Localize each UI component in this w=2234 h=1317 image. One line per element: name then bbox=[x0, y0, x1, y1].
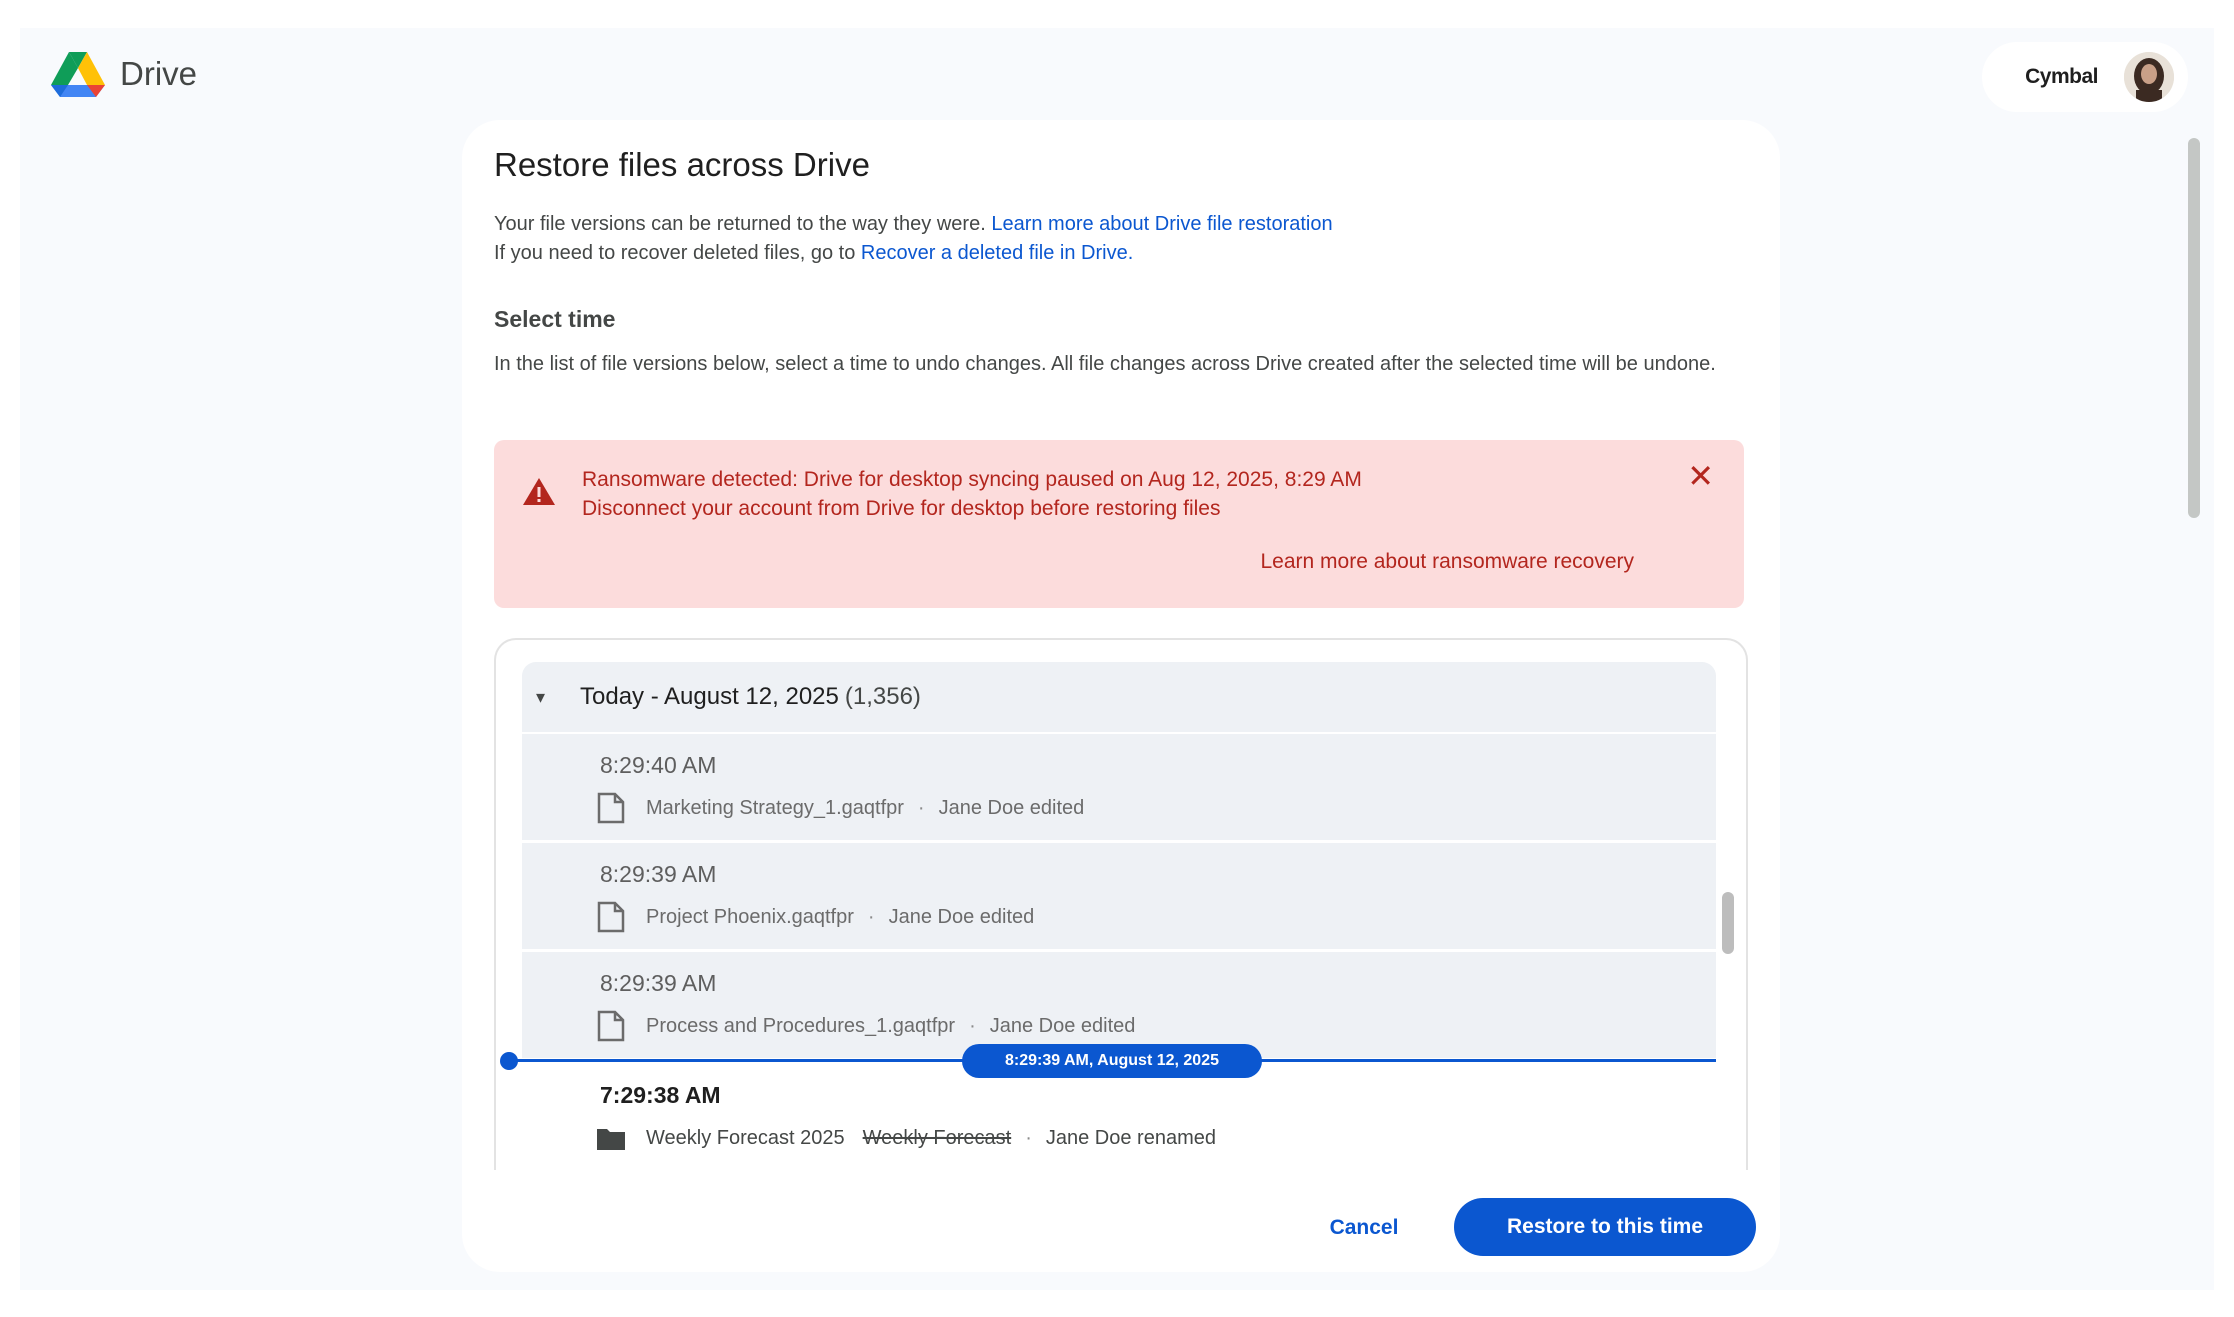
drive-brand[interactable]: Drive bbox=[50, 50, 197, 98]
intro-text-1: Your file versions can be returned to th… bbox=[494, 213, 986, 235]
close-icon[interactable]: ✕ bbox=[1687, 456, 1714, 496]
rename-action: Jane Doe renamed bbox=[1045, 1126, 1216, 1149]
restore-point-label[interactable]: 8:29:39 AM, August 12, 2025 bbox=[962, 1044, 1262, 1078]
version-time: 8:29:39 AM bbox=[600, 970, 717, 996]
file-icon bbox=[597, 1010, 625, 1042]
day-label: Today - August 12, 2025 bbox=[580, 683, 839, 710]
version-row[interactable]: 8:29:39 AM Project Phoenix.gaqtfpr · Jan… bbox=[522, 843, 1716, 949]
version-row[interactable]: 8:29:40 AM Marketing Strategy_1.gaqtfpr … bbox=[522, 734, 1716, 840]
drive-app: Drive Cymbal Restore files across Drive … bbox=[20, 28, 2214, 1290]
file-name: Process and Procedures_1.gaqtfpr bbox=[646, 1014, 956, 1037]
folder-icon bbox=[597, 1129, 625, 1150]
avatar-image bbox=[2124, 52, 2174, 102]
drive-logo-icon bbox=[51, 52, 105, 97]
version-list-scrollbar[interactable] bbox=[1722, 892, 1734, 954]
select-time-heading: Select time bbox=[494, 306, 616, 332]
version-row[interactable]: 8:29:39 AM Process and Procedures_1.gaqt… bbox=[522, 952, 1716, 1058]
warning-triangle-icon bbox=[523, 478, 555, 505]
restore-point-handle[interactable] bbox=[500, 1052, 518, 1070]
alert-title: Ransomware detected: Drive for desktop s… bbox=[582, 468, 1362, 491]
version-list[interactable]: ▾ Today - August 12, 2025 (1,356) 8:29:4… bbox=[494, 638, 1748, 1170]
old-folder-name: Weekly Forecast bbox=[862, 1126, 1012, 1149]
restore-dialog: Restore files across Drive Your file ver… bbox=[462, 120, 1780, 1272]
dialog-intro: Your file versions can be returned to th… bbox=[494, 210, 1333, 268]
account-switcher[interactable]: Cymbal bbox=[1982, 42, 2188, 112]
page-scrollbar[interactable] bbox=[2188, 138, 2200, 518]
alert-subtitle: Disconnect your account from Drive for d… bbox=[582, 497, 1221, 520]
separator: · bbox=[1025, 1126, 1032, 1149]
learn-restoration-link[interactable]: Learn more about Drive file restoration bbox=[991, 213, 1332, 235]
select-time-description: In the list of file versions below, sele… bbox=[494, 353, 1716, 375]
day-group-header[interactable]: ▾ Today - August 12, 2025 (1,356) bbox=[522, 662, 1716, 732]
version-time: 8:29:39 AM bbox=[600, 861, 717, 887]
separator: · bbox=[867, 905, 875, 928]
app-name: Drive bbox=[120, 55, 198, 92]
file-icon bbox=[597, 792, 625, 824]
file-name: Marketing Strategy_1.gaqtfpr bbox=[646, 796, 904, 819]
recover-deleted-link[interactable]: Recover a deleted file in Drive. bbox=[861, 242, 1133, 264]
separator: · bbox=[917, 796, 925, 819]
cancel-button[interactable]: Cancel bbox=[1304, 1200, 1424, 1256]
file-name: Project Phoenix.gaqtfpr bbox=[646, 905, 854, 928]
day-count: (1,356) bbox=[844, 683, 921, 710]
file-icon bbox=[597, 901, 625, 933]
separator: · bbox=[969, 1014, 976, 1037]
ransomware-recovery-link[interactable]: Learn more about ransomware recovery bbox=[1260, 550, 1634, 574]
restore-button[interactable]: Restore to this time bbox=[1454, 1198, 1756, 1256]
org-name: Cymbal bbox=[2025, 65, 2098, 88]
version-row[interactable]: 7:29:38 AM Weekly Forecast 2025 Weekly F… bbox=[522, 1064, 1716, 1170]
edit-action: Jane Doe edited bbox=[989, 1014, 1136, 1037]
caret-down-icon[interactable]: ▾ bbox=[536, 687, 572, 708]
version-time: 8:29:40 AM bbox=[600, 752, 717, 778]
ransomware-alert: Ransomware detected: Drive for desktop s… bbox=[494, 440, 1744, 608]
edit-action: Jane Doe edited bbox=[888, 905, 1035, 928]
version-time: 7:29:38 AM bbox=[600, 1082, 721, 1108]
edit-action: Jane Doe edited bbox=[938, 796, 1085, 819]
folder-name: Weekly Forecast 2025 bbox=[646, 1126, 845, 1149]
dialog-title: Restore files across Drive bbox=[494, 146, 870, 183]
intro-text-2: If you need to recover deleted files, go… bbox=[494, 242, 856, 264]
avatar[interactable] bbox=[2124, 52, 2174, 102]
